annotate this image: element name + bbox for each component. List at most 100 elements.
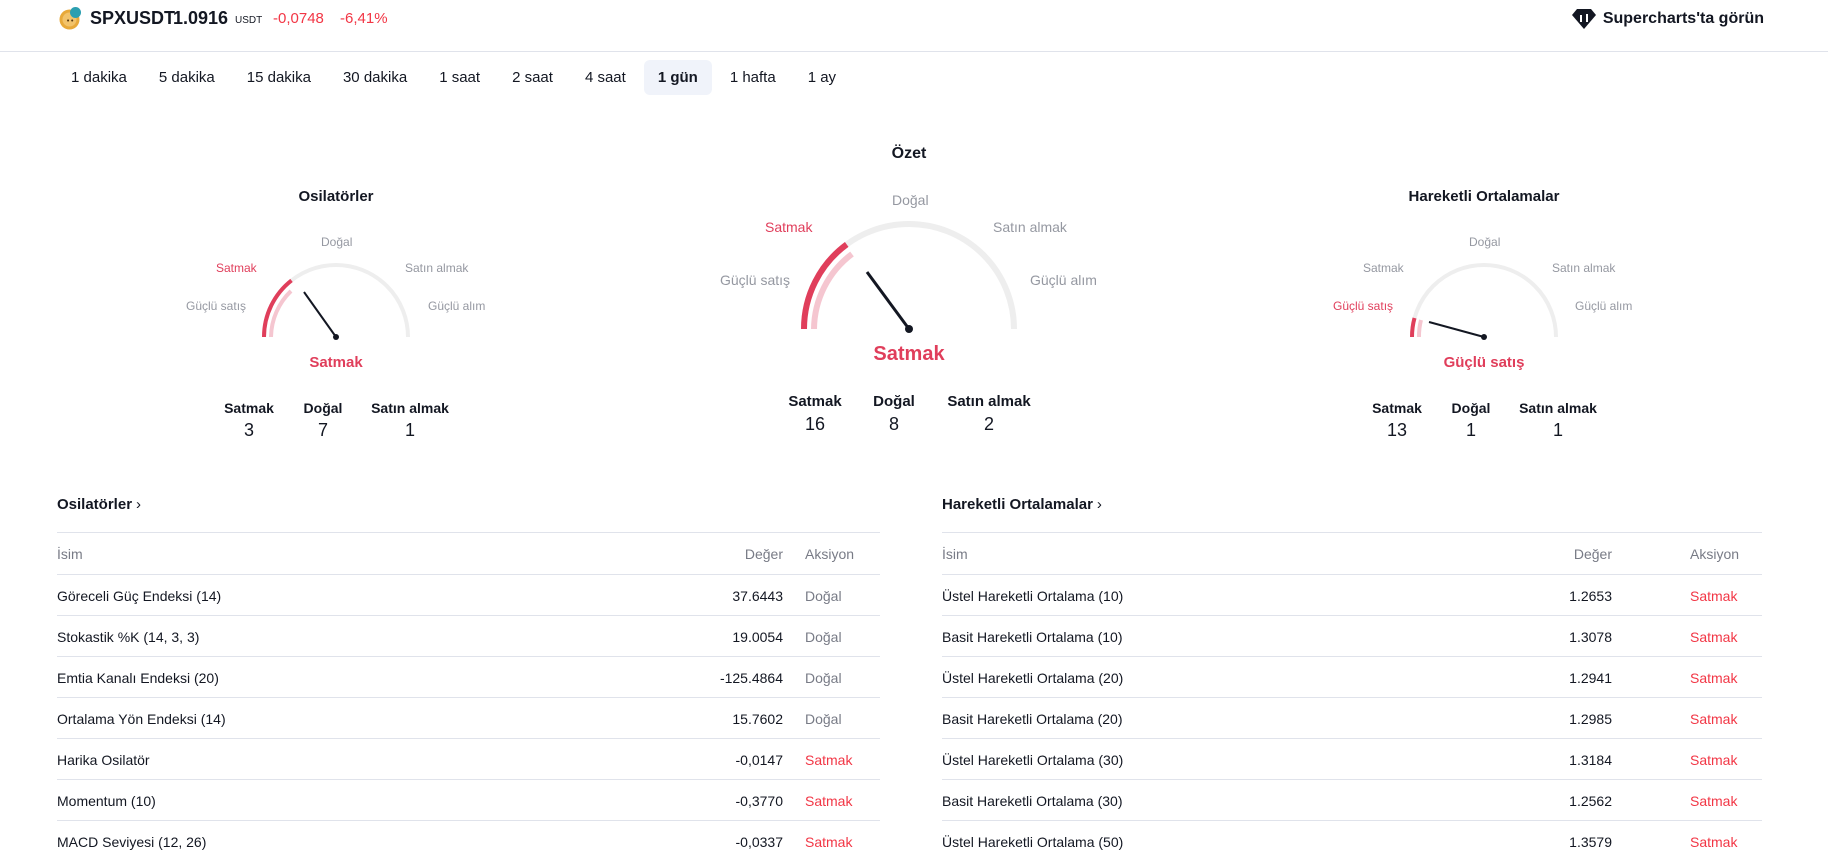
count-neutral: Doğal 7 [303, 400, 343, 440]
indicator-action: Satmak [1690, 670, 1738, 686]
table-row: Momentum (10) -0,3770 Satmak [57, 779, 880, 820]
indicator-value: 1.2562 [1569, 793, 1612, 809]
gauge-title: Özet [891, 145, 927, 162]
header-value: Değer [744, 546, 783, 562]
label-strong-buy: Güçlü alım [428, 299, 486, 313]
indicator-value: 1.3579 [1569, 834, 1612, 850]
supercharts-label: Supercharts'ta görün [1602, 10, 1764, 27]
interval-tab[interactable]: 4 saat [571, 60, 640, 95]
indicator-name: Üstel Hareketli Ortalama (20) [942, 670, 1124, 686]
table-row: Üstel Hareketli Ortalama (20) 1.2941 Satma… [942, 656, 1762, 697]
count-neutral: Doğal 8 [873, 393, 915, 434]
count-buy: Satın almak 1 [371, 400, 449, 440]
table-row: Göreceli Güç Endeksi (14) 37.6443 Doğal [57, 574, 880, 615]
interval-tab[interactable]: 30 dakika [329, 60, 421, 95]
price-currency: USDT [235, 15, 263, 26]
indicator-name: Üstel Hareketli Ortalama (50) [942, 834, 1124, 850]
table-row: Emtia Kanalı Endeksi (20) -125.4864 Doğal [57, 656, 880, 697]
label-sell: Satmak [765, 219, 813, 235]
label-buy: Satın almak [993, 219, 1067, 235]
count-sell: Satmak 13 [1372, 400, 1422, 440]
table-row: Basit Hareketli Ortalama (10) 1.3078 Satma… [942, 615, 1762, 656]
price-change-percent: -6,41% [340, 10, 388, 27]
table-header: İsim Değer Aksiyon [942, 532, 1762, 574]
header-action: Aksiyon [805, 546, 855, 562]
header-action: Aksiyon [1690, 546, 1740, 562]
indicator-name: Basit Hareketli Ortalama (30) [942, 793, 1123, 809]
label-sell: Satmak [1363, 261, 1404, 275]
header-name: İsim [942, 546, 968, 562]
count-neutral: Doğal 1 [1451, 400, 1491, 440]
indicator-value: 37.6443 [732, 588, 783, 604]
indicator-value: 1.2653 [1569, 588, 1612, 604]
table-row: MACD Seviyesi (12, 26) -0,0337 Satmak [57, 820, 880, 861]
indicator-action: Doğal [805, 588, 842, 604]
label-strong-buy: Güçlü alım [1575, 299, 1633, 313]
indicator-name: Emtia Kanalı Endeksi (20) [57, 670, 219, 686]
indicator-action: Satmak [1690, 752, 1738, 768]
svg-text:••: •• [66, 17, 74, 25]
interval-tab[interactable]: 15 dakika [233, 60, 325, 95]
count-buy: Satın almak 2 [947, 393, 1031, 434]
oscillators-table-title[interactable]: Osilatörler › [57, 496, 141, 513]
indicator-action: Doğal [805, 670, 842, 686]
interval-tabs: 1 dakika 5 dakika 15 dakika 30 dakika 1 saat… [57, 60, 850, 95]
gauge-dial [1409, 263, 1558, 340]
gauge-dial [262, 263, 410, 340]
indicator-name: Basit Hareketli Ortalama (20) [942, 711, 1123, 727]
supercharts-link[interactable]: Supercharts'ta görün [1571, 7, 1764, 31]
gauge-result: Güçlü satış [1443, 354, 1525, 371]
price-change: -0,0748 [273, 10, 324, 27]
label-strong-sell: Güçlü satış [1333, 299, 1394, 313]
interval-tab[interactable]: 1 hafta [716, 60, 790, 95]
gauge-title: Osilatörler [298, 188, 374, 205]
table-row: Basit Hareketli Ortalama (30) 1.2562 Satma… [942, 779, 1762, 820]
header-value: Değer [1573, 546, 1612, 562]
indicator-name: Basit Hareketli Ortalama (10) [942, 629, 1123, 645]
label-strong-buy: Güçlü alım [1030, 272, 1097, 288]
interval-tab[interactable]: 5 dakika [145, 60, 229, 95]
interval-tab[interactable]: 2 saat [498, 60, 567, 95]
indicator-name: Üstel Hareketli Ortalama (30) [942, 752, 1124, 768]
indicator-action: Satmak [1690, 793, 1738, 809]
moving-averages-table-title[interactable]: Hareketli Ortalamalar › [942, 496, 1102, 513]
count-sell: Satmak 16 [788, 393, 842, 434]
indicator-action: Satmak [1690, 629, 1738, 645]
symbol-name: SPXUSDT [90, 8, 176, 28]
tradingview-diamond-icon [1571, 9, 1596, 29]
interval-tab[interactable]: 1 ay [794, 60, 850, 95]
gauge-title: Hareketli Ortalamalar [1408, 188, 1560, 205]
label-strong-sell: Güçlü satış [720, 272, 791, 288]
indicator-value: 1.3184 [1569, 752, 1612, 768]
gauge-result: Satmak [873, 343, 945, 365]
indicator-action: Satmak [805, 752, 853, 768]
indicator-value: 15.7602 [732, 711, 783, 727]
chevron-right-icon: › [136, 496, 142, 513]
table-header: İsim Değer Aksiyon [57, 532, 880, 574]
indicator-value: 1.3078 [1569, 629, 1612, 645]
indicator-name: Üstel Hareketli Ortalama (10) [942, 588, 1124, 604]
table-row: Harika Osilatör -0,0147 Satmak [57, 738, 880, 779]
indicator-name: MACD Seviyesi (12, 26) [57, 834, 207, 850]
indicator-value: -125.4864 [719, 670, 783, 686]
interval-tab[interactable]: 1 dakika [57, 60, 141, 95]
symbol-header: •• SPXUSDT 1.0916 USDT -0,0748 -6,41% Su… [0, 0, 1828, 52]
label-neutral: Doğal [321, 235, 353, 249]
label-buy: Satın almak [1552, 261, 1616, 275]
count-sell: Satmak 3 [224, 400, 274, 440]
indicator-value: -0,0147 [735, 752, 783, 768]
indicator-value: 19.0054 [732, 629, 783, 645]
spx-coin-icon: •• [59, 7, 81, 30]
label-neutral: Doğal [892, 192, 929, 208]
indicator-action: Doğal [805, 711, 842, 727]
indicator-name: Stokastik %K (14, 3, 3) [57, 629, 200, 645]
indicator-action: Doğal [805, 629, 842, 645]
interval-tab[interactable]: 1 gün [643, 60, 712, 95]
table-row: Üstel Hareketli Ortalama (10) 1.2653 Satma… [942, 574, 1762, 615]
table-row: Stokastik %K (14, 3, 3) 19.0054 Doğal [57, 615, 880, 656]
interval-tab[interactable]: 1 saat [425, 60, 494, 95]
label-neutral: Doğal [1469, 235, 1501, 249]
indicator-value: 1.2941 [1569, 670, 1612, 686]
gauge-dial [800, 221, 1017, 333]
indicator-value: 1.2985 [1569, 711, 1612, 727]
